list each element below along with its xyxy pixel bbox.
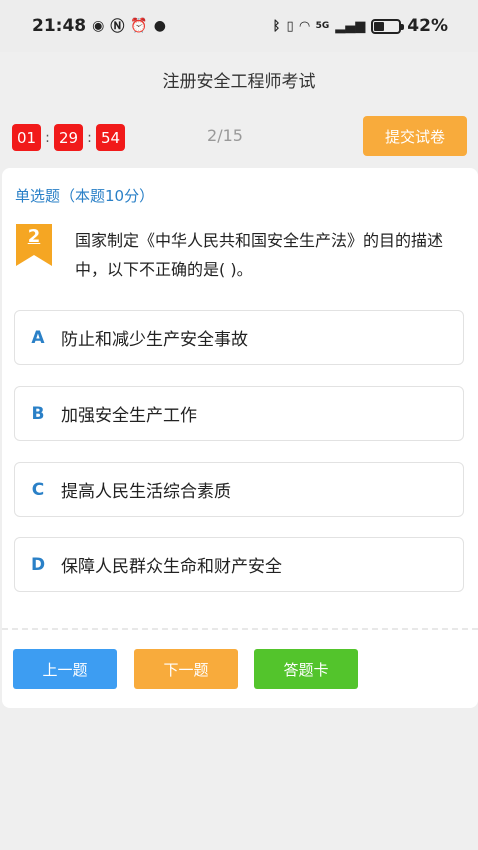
question-number: 2 [27, 226, 41, 247]
option-letter: A [31, 327, 45, 348]
question-progress: 2/15 [207, 126, 243, 145]
question-type-label: 单选题（本题10分） [15, 187, 155, 205]
question-number-badge: 2 [16, 224, 52, 266]
status-right: ᛒ ▯ ◠ 5G ▂▄▆ 42% [273, 16, 448, 36]
wifi-icon: ◠ [299, 18, 310, 34]
submit-exam-button[interactable]: 提交试卷 [363, 116, 467, 156]
option-b[interactable]: B 加强安全生产工作 [14, 386, 464, 441]
timer-hours: 01 [12, 124, 41, 151]
option-d[interactable]: D 保障人民群众生命和财产安全 [14, 537, 464, 592]
option-c[interactable]: C 提高人民生活综合素质 [14, 462, 464, 517]
dashed-divider [2, 628, 478, 630]
answer-card-button[interactable]: 答题卡 [254, 649, 358, 689]
vibrate-icon: ▯ [286, 18, 294, 34]
bluetooth-icon: ᛒ [272, 18, 281, 34]
option-letter: D [30, 554, 46, 575]
timer-minutes: 29 [54, 124, 83, 151]
page-title-bar: 注册安全工程师考试 [0, 52, 478, 106]
battery-percent: 42% [407, 16, 448, 36]
status-bar: 21:48 ◉ Ⓝ ⏰ ● ᛒ ▯ ◠ 5G ▂▄▆ 42% [0, 0, 478, 52]
network-type-label: 5G [315, 21, 330, 31]
exam-toolbar: 01 : 29 : 54 2/15 提交试卷 [0, 106, 478, 166]
question-text: 国家制定《中华人民共和国安全生产法》的目的描述中，以下不正确的是( )。 [75, 231, 444, 279]
signal-icon: ▂▄▆ [335, 18, 366, 34]
timer-separator: : [87, 129, 92, 146]
page-title: 注册安全工程师考试 [162, 71, 316, 92]
status-left: 21:48 ◉ Ⓝ ⏰ ● [32, 16, 166, 36]
battery-fill [374, 21, 385, 31]
option-text: 保障人民群众生命和财产安全 [61, 557, 282, 577]
option-text: 提高人民生活综合素质 [61, 482, 231, 502]
prev-question-button[interactable]: 上一题 [13, 649, 117, 689]
message-icon: ● [153, 18, 166, 34]
countdown-timer: 01 : 29 : 54 [12, 124, 125, 151]
timer-separator: : [45, 129, 50, 146]
eye-icon: ◉ [92, 18, 105, 34]
question-card: 单选题（本题10分） 2 国家制定《中华人民共和国安全生产法》的目的描述中，以下… [2, 168, 478, 708]
timer-seconds: 54 [96, 124, 125, 151]
option-a[interactable]: A 防止和减少生产安全事故 [14, 310, 464, 365]
option-text: 防止和减少生产安全事故 [61, 330, 248, 350]
option-text: 加强安全生产工作 [61, 406, 197, 426]
next-question-button[interactable]: 下一题 [134, 649, 238, 689]
alarm-icon: ⏰ [130, 18, 148, 34]
nfc-icon: Ⓝ [110, 19, 125, 35]
option-letter: B [31, 403, 45, 424]
battery-icon [371, 18, 405, 34]
option-letter: C [31, 479, 45, 500]
status-time: 21:48 [32, 16, 87, 36]
